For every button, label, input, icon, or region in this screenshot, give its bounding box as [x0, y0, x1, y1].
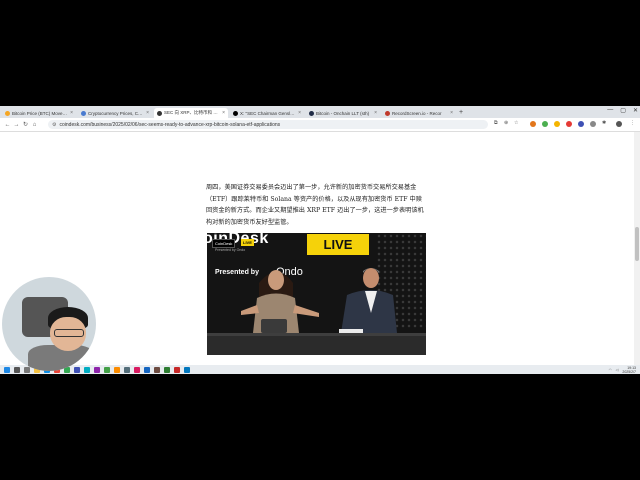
new-tab-button[interactable]: +: [459, 108, 463, 118]
app-icon[interactable]: [124, 366, 130, 373]
clock[interactable]: 19:13 2025/2/7: [622, 366, 636, 374]
navigation-bar: ← → ↻ ⌂ ⚙ coindesk.com/business/2025/02/…: [0, 118, 640, 132]
system-tray: ◠ ◁ 19:13 2025/2/7: [609, 365, 636, 374]
extension-icon[interactable]: [566, 121, 572, 127]
close-icon[interactable]: ×: [222, 110, 225, 116]
app-icon[interactable]: [184, 366, 190, 373]
app-icon[interactable]: [134, 366, 140, 373]
extension-icon[interactable]: [578, 121, 584, 127]
bitcoin-favicon-icon: [5, 110, 10, 116]
windows-start-icon[interactable]: [4, 366, 10, 373]
tab-title: Bitcoin Price (BTC) Moves on: [12, 110, 69, 116]
reload-button[interactable]: ↻: [21, 121, 30, 128]
video-player[interactable]: oinDesk LIVE CoinDesk LIVE Presented by …: [207, 233, 426, 355]
windows-taskbar: ◠ ◁ 19:13 2025/2/7: [0, 365, 640, 374]
window-controls: — ▢ ✕: [607, 107, 638, 114]
desk-podium: [261, 319, 287, 333]
extension-icon[interactable]: [554, 121, 560, 127]
article-page: 周四，美国证券交易委员会迈出了第一步，允许新的加密货币交易所交易基金（ETF）跟…: [0, 132, 640, 365]
app-icon[interactable]: [164, 366, 170, 373]
woman-face: [268, 270, 284, 290]
close-icon[interactable]: ×: [146, 110, 149, 116]
forward-button[interactable]: →: [12, 122, 21, 128]
bookmark-star-icon[interactable]: ☆: [514, 120, 518, 126]
clock-date: 2025/2/7: [622, 369, 636, 374]
close-icon[interactable]: ×: [70, 110, 73, 116]
browser-window: Bitcoin Price (BTC) Moves on × Cryptocur…: [0, 106, 640, 374]
studio-desk: [207, 333, 426, 355]
volume-icon[interactable]: ◁: [616, 368, 619, 372]
app-icon[interactable]: [114, 366, 120, 373]
tab-x-gensler[interactable]: X: "SEC Chairman Gensler" / X ×: [230, 108, 304, 118]
maximize-button[interactable]: ▢: [620, 107, 626, 114]
tab-title: RecordScreen.io - Recor: [392, 110, 442, 116]
glassnode-favicon-icon: [309, 110, 314, 116]
glasses: [54, 329, 84, 337]
coinmarketcap-favicon-icon: [81, 110, 86, 116]
webcam-overlay: [2, 277, 96, 371]
close-icon[interactable]: ×: [450, 110, 453, 116]
app-icon[interactable]: [174, 366, 180, 373]
man-face: [363, 268, 379, 288]
close-window-button[interactable]: ✕: [633, 107, 638, 114]
desk-edge: [207, 333, 426, 336]
search-icon[interactable]: [14, 366, 20, 373]
menu-icon[interactable]: ⋮: [630, 120, 635, 126]
tab-title: X: "SEC Chairman Gensler" / X: [240, 110, 296, 116]
translate-icon[interactable]: ⧉: [494, 120, 498, 126]
tab-bitcoin-price[interactable]: Bitcoin Price (BTC) Moves on ×: [2, 108, 76, 118]
tab-bitcoin-onchain[interactable]: Bitcoin - Onchain LLT (sth) ×: [306, 108, 380, 118]
back-button[interactable]: ←: [3, 122, 12, 128]
minimize-button[interactable]: —: [607, 107, 613, 114]
close-icon[interactable]: ×: [374, 110, 377, 116]
app-icon[interactable]: [94, 366, 100, 373]
wifi-icon[interactable]: ◠: [609, 368, 612, 372]
tab-title: Bitcoin - Onchain LLT (sth): [316, 110, 370, 116]
tab-title: SEC 向 XRP、比特币和 Solana ETF...: [164, 110, 220, 115]
close-icon[interactable]: ×: [298, 110, 301, 116]
site-info-icon[interactable]: ⚙: [52, 122, 56, 128]
app-icon[interactable]: [154, 366, 160, 373]
tab-sec-etf[interactable]: SEC 向 XRP、比特币和 Solana ETF... ×: [154, 108, 228, 118]
home-icon[interactable]: ⌂: [30, 122, 39, 128]
tab-crypto-prices[interactable]: Cryptocurrency Prices, Char ×: [78, 108, 152, 118]
x-favicon-icon: [233, 110, 238, 116]
tab-recordscreen[interactable]: RecordScreen.io - Recor ×: [382, 108, 456, 118]
url-text: coindesk.com/business/2025/02/06/sec-see…: [59, 121, 281, 128]
profile-avatar-icon[interactable]: [616, 121, 622, 127]
address-bar[interactable]: ⚙ coindesk.com/business/2025/02/06/sec-s…: [48, 120, 488, 129]
app-icon[interactable]: [104, 366, 110, 373]
scrollbar[interactable]: [634, 132, 640, 365]
article-paragraph: 周四，美国证券交易委员会迈出了第一步，允许新的加密货币交易所交易基金（ETF）跟…: [206, 184, 424, 226]
scrollbar-thumb[interactable]: [635, 227, 639, 261]
tab-title: Cryptocurrency Prices, Char: [88, 110, 145, 116]
extensions-puzzle-icon[interactable]: ✱: [602, 120, 606, 126]
zoom-icon[interactable]: ⊕: [504, 120, 508, 126]
tab-strip: Bitcoin Price (BTC) Moves on × Cryptocur…: [0, 106, 640, 118]
metamask-extension-icon[interactable]: [530, 121, 536, 127]
extension-icon[interactable]: [590, 121, 596, 127]
coindesk-favicon-icon: [157, 110, 162, 116]
app-icon[interactable]: [144, 366, 150, 373]
record-favicon-icon: [385, 110, 390, 116]
extension-icon[interactable]: [542, 121, 548, 127]
